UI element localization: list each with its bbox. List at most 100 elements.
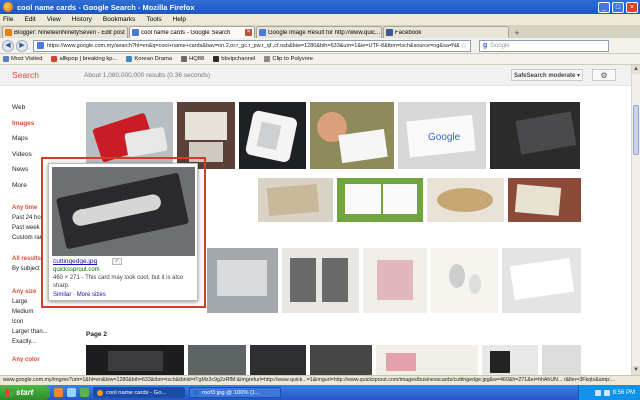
menu-tools[interactable]: Tools — [146, 16, 161, 23]
network-icon[interactable] — [594, 389, 601, 396]
firefox-quicklaunch-icon[interactable] — [54, 388, 63, 397]
taskbar-photoshop-window[interactable]: roof3 jpg @ 100% (1... — [189, 387, 281, 398]
white-cutout-card-image — [239, 102, 306, 169]
bookmark-clip-to-polyvore[interactable]: Clip to Polyvore — [264, 56, 313, 62]
image-hover-card[interactable]: cuttingedge.jpg ✓ quickssprout.com 460 ×… — [48, 163, 198, 301]
start-button[interactable]: start — [0, 385, 50, 400]
menu-view[interactable]: View — [47, 16, 61, 23]
image-domain[interactable]: quickssprout.com — [53, 267, 100, 273]
image-filename-link[interactable]: cuttingedge.jpg — [53, 258, 97, 265]
filter-option[interactable]: Icon — [12, 317, 82, 327]
bookmark-label: HQ88 — [189, 56, 205, 62]
color-filter: Any color — [12, 355, 82, 365]
check-icon[interactable]: ✓ — [112, 258, 122, 265]
image-result[interactable] — [337, 178, 423, 222]
image-result[interactable] — [207, 248, 278, 313]
taskbar-firefox-window[interactable]: cool name cards - Go... — [93, 387, 185, 398]
bookmark-icon — [181, 56, 188, 62]
google-search-engine-icon[interactable]: g — [483, 42, 487, 49]
filter-option[interactable]: Larger than... — [12, 327, 82, 337]
image-result[interactable] — [310, 102, 394, 169]
similar-link[interactable]: Similar — [53, 292, 71, 298]
image-result[interactable] — [427, 178, 504, 222]
menu-file[interactable]: File — [3, 16, 13, 23]
hover-card-links: Similar · More sizes — [53, 292, 106, 298]
settings-gear-icon[interactable]: ⚙ — [592, 69, 616, 81]
scroll-thumb[interactable] — [633, 105, 639, 155]
maximize-button[interactable]: □ — [612, 1, 624, 13]
filter-heading[interactable]: Any color — [12, 355, 82, 365]
search-input[interactable]: Google — [490, 43, 605, 49]
brown-card-image — [508, 178, 581, 222]
new-tab-button[interactable]: + — [512, 28, 522, 38]
system-tray: 8:56 PM — [578, 385, 640, 400]
image-result[interactable] — [250, 345, 306, 375]
volume-icon[interactable] — [603, 389, 610, 396]
bookmark-allkpop[interactable]: allkpop | breaking kp... — [51, 56, 117, 62]
image-result[interactable] — [431, 248, 498, 313]
menu-help[interactable]: Help — [173, 16, 186, 23]
bookmark-label: Clip to Polyvore — [272, 56, 314, 62]
navigation-bar: ◀ ▶ https://www.google.com.my/search?hl=… — [0, 38, 640, 54]
bookmark-label: bbvipchannel — [221, 56, 256, 62]
address-bar[interactable]: https://www.google.com.my/search?hl=en&q… — [33, 39, 471, 52]
image-result[interactable] — [258, 178, 333, 222]
image-result[interactable] — [508, 178, 581, 222]
nav-maps[interactable]: Maps — [12, 131, 82, 147]
firefox-icon — [97, 389, 103, 396]
task-label: roof3 jpg @ 100% (1... — [202, 389, 261, 396]
svg-text:Google: Google — [428, 132, 461, 143]
url-text[interactable]: https://www.google.com.my/search?hl=en&q… — [47, 43, 459, 49]
close-window-button[interactable]: × — [626, 1, 638, 13]
bookmark-bbvipchannel[interactable]: bbvipchannel — [213, 56, 255, 62]
menu-bookmarks[interactable]: Bookmarks — [103, 16, 136, 23]
bookmark-korean-drama[interactable]: Korean Drama — [126, 56, 172, 62]
image-result[interactable] — [542, 345, 581, 375]
nav-images[interactable]: Images — [12, 116, 82, 132]
bookmark-label: Korean Drama — [134, 56, 173, 62]
bookmark-hq88[interactable]: HQ88 — [181, 56, 204, 62]
image-result[interactable] — [490, 102, 580, 169]
nav-web[interactable]: Web — [12, 100, 82, 116]
razor-card-preview-image[interactable] — [52, 167, 195, 256]
bookmark-label: allkpop | breaking kp... — [59, 56, 118, 62]
forward-arrow-icon[interactable]: ▶ — [16, 39, 28, 52]
bookmark-most-visited[interactable]: Most Visited — [3, 56, 42, 62]
vertical-scrollbar[interactable]: ▲ ▼ — [631, 65, 640, 375]
image-result[interactable] — [502, 248, 581, 313]
bookmark-star-icon[interactable]: ☆ — [461, 42, 467, 50]
image-result[interactable]: Google — [398, 102, 486, 169]
image-result[interactable] — [188, 345, 246, 375]
image-result[interactable] — [482, 345, 538, 375]
search-box[interactable]: g Google — [479, 39, 609, 52]
image-result[interactable] — [239, 102, 306, 169]
tab-facebook[interactable]: Facebook — [383, 26, 509, 38]
menu-history[interactable]: History — [72, 16, 92, 23]
task-label: cool name cards - Go... — [106, 389, 167, 396]
more-sizes-link[interactable]: More sizes — [77, 292, 106, 298]
filter-option[interactable]: Medium — [12, 307, 82, 317]
media-quicklaunch-icon[interactable] — [80, 388, 89, 397]
image-result[interactable] — [363, 248, 427, 313]
image-result[interactable] — [86, 345, 184, 375]
image-result[interactable] — [376, 345, 478, 375]
windows-flag-icon — [5, 388, 13, 397]
menu-edit[interactable]: Edit — [24, 16, 35, 23]
close-tab-icon[interactable]: × — [245, 29, 252, 36]
image-result[interactable] — [310, 345, 372, 375]
back-arrow-icon[interactable]: ◀ — [2, 39, 14, 52]
safesearch-dropdown[interactable]: SafeSearch moderate ▾ — [511, 69, 583, 81]
scroll-down-icon[interactable]: ▼ — [632, 366, 640, 375]
google-header: Search About 1,080,000,000 results (0.36… — [0, 65, 640, 86]
tab-google-image-result[interactable]: Google Image Result for http://www.quic.… — [256, 26, 382, 38]
man-holding-card-image — [310, 102, 394, 169]
desktop-quicklaunch-icon[interactable] — [67, 388, 76, 397]
image-result[interactable] — [282, 248, 359, 313]
minimize-button[interactable]: _ — [598, 1, 610, 13]
scroll-up-icon[interactable]: ▲ — [632, 65, 640, 74]
filter-option[interactable]: Exactly... — [12, 337, 82, 347]
tab-blogger[interactable]: Blogger: NineteenNinetySeven - Edit post — [2, 26, 128, 38]
tab-google-search[interactable]: cool name cards - Google Search × — [129, 26, 255, 38]
bw-card-image — [482, 345, 538, 375]
tab-label: cool name cards - Google Search — [141, 29, 231, 36]
